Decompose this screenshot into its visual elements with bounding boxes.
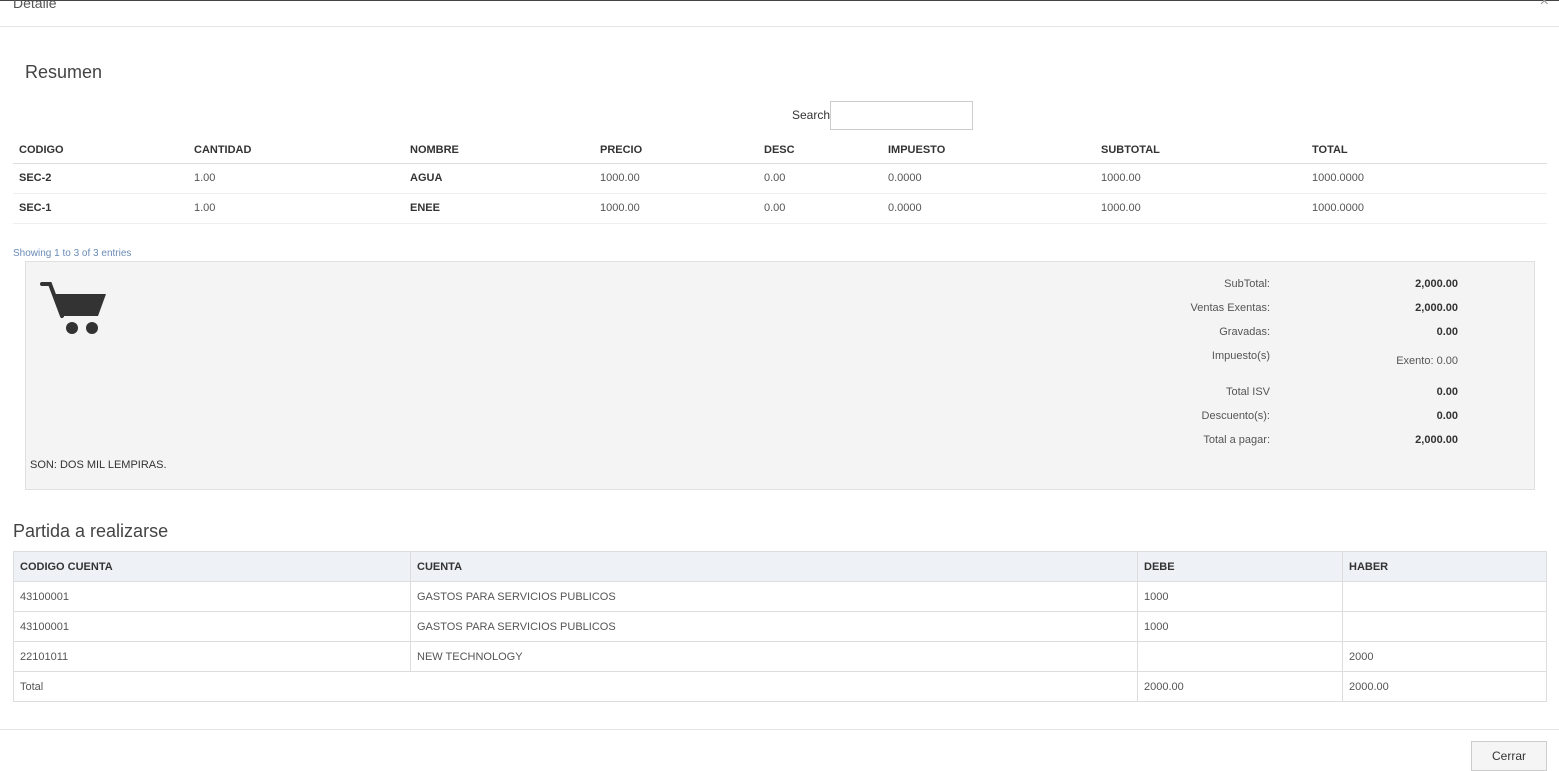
amount-in-words: SON: DOS MIL LEMPIRAS. [30, 459, 167, 471]
impuesto-label: Impuesto(s) [1211, 350, 1270, 362]
cell-impuesto: 0.0000 [882, 193, 1095, 224]
column-header-codigo[interactable]: CODIGO [13, 137, 188, 164]
total-row: Total 2000.00 2000.00 [13, 671, 1547, 702]
ventas-exentas-value: 2,000.00 [1415, 302, 1458, 314]
cell-haber [1342, 611, 1547, 642]
search-label: Search: [792, 108, 834, 122]
total-isv-value: 0.00 [1436, 386, 1458, 398]
modal-header: Detalle × [0, 0, 1559, 27]
descuento-row: Descuento(s): 0.00 [1126, 410, 1458, 430]
ventas-exentas-label: Ventas Exentas: [1190, 302, 1271, 314]
gravadas-value: 0.00 [1436, 326, 1458, 338]
modal-title: Detalle [13, 0, 57, 11]
column-header-subtotal[interactable]: SUBTOTAL [1095, 137, 1306, 164]
cell-haber [1342, 581, 1547, 612]
cell-impuesto: 0.0000 [882, 163, 1095, 194]
column-header-debe: DEBE [1137, 551, 1343, 582]
cell-debe [1137, 641, 1343, 672]
cell-precio: 1000.00 [594, 193, 758, 224]
cell-cuenta: NEW TECHNOLOGY [410, 641, 1138, 672]
cell-cuenta: GASTOS PARA SERVICIOS PUBLICOS [410, 581, 1138, 612]
total-a-pagar-row: Total a pagar: 2,000.00 [1126, 434, 1458, 454]
modal-footer-divider [0, 729, 1559, 730]
table-row: 43100001 GASTOS PARA SERVICIOS PUBLICOS … [13, 611, 1547, 642]
total-isv-row: Total ISV 0.00 [1126, 386, 1458, 406]
cell-haber: 2000 [1342, 641, 1547, 672]
subtotal-label: SubTotal: [1224, 278, 1270, 290]
cell-nombre: AGUA [404, 163, 594, 194]
gravadas-row: Gravadas: 0.00 [1126, 326, 1458, 346]
table-row: 43100001 GASTOS PARA SERVICIOS PUBLICOS … [13, 581, 1547, 612]
cell-cuenta: GASTOS PARA SERVICIOS PUBLICOS [410, 611, 1138, 642]
column-header-desc[interactable]: DESC [758, 137, 882, 164]
impuesto-value: Exento: 0.00 [1396, 355, 1458, 367]
search-input[interactable] [830, 101, 973, 130]
cell-desc: 0.00 [758, 163, 882, 194]
cell-desc: 0.00 [758, 193, 882, 224]
impuesto-row: Impuesto(s) Exento: 0.00 [1126, 350, 1458, 380]
total-isv-label: Total ISV [1225, 386, 1270, 398]
table-row: SEC-1 1.00 ENEE 1000.00 0.00 0.0000 1000… [13, 193, 1547, 224]
close-icon[interactable]: × [1540, 0, 1549, 11]
cell-subtotal: 1000.00 [1095, 193, 1306, 224]
cell-total-label: Total [13, 671, 1138, 702]
cell-cantidad: 1.00 [188, 193, 404, 224]
descuento-label: Descuento(s): [1201, 410, 1270, 422]
column-header-cantidad[interactable]: CANTIDAD [188, 137, 404, 164]
cell-total: 1000.0000 [1306, 163, 1547, 194]
cell-total-haber: 2000.00 [1342, 671, 1547, 702]
table-row: SEC-2 1.00 AGUA 1000.00 0.00 0.0000 1000… [13, 163, 1547, 194]
ventas-exentas-row: Ventas Exentas: 2,000.00 [1126, 302, 1459, 322]
partida-table: CODIGO CUENTA CUENTA DEBE HABER 43100001… [13, 551, 1547, 702]
column-header-nombre[interactable]: NOMBRE [404, 137, 594, 164]
cell-total-debe: 2000.00 [1137, 671, 1343, 702]
partida-title: Partida a realizarse [13, 521, 169, 541]
cell-codigo: SEC-2 [13, 163, 188, 194]
cell-codigo-cuenta: 43100001 [13, 611, 411, 642]
partida-header-row: CODIGO CUENTA CUENTA DEBE HABER [13, 551, 1547, 582]
cell-total: 1000.0000 [1306, 193, 1547, 224]
summary-table: CODIGO CANTIDAD NOMBRE PRECIO DESC IMPUE… [13, 137, 1547, 224]
column-header-precio[interactable]: PRECIO [594, 137, 758, 164]
column-header-codigo-cuenta: CODIGO CUENTA [13, 551, 411, 582]
descuento-value: 0.00 [1436, 410, 1458, 422]
subtotal-row: SubTotal: 2,000.00 [1126, 278, 1458, 298]
column-header-cuenta: CUENTA [410, 551, 1138, 582]
column-header-haber: HABER [1342, 551, 1547, 582]
subtotal-value: 2,000.00 [1415, 278, 1458, 290]
cell-debe: 1000 [1137, 611, 1343, 642]
cell-codigo-cuenta: 22101011 [13, 641, 411, 672]
total-a-pagar-label: Total a pagar: [1203, 434, 1270, 446]
gravadas-label: Gravadas: [1219, 326, 1270, 338]
cell-codigo: SEC-1 [13, 193, 188, 224]
close-button[interactable]: Cerrar [1471, 741, 1547, 771]
cell-nombre: ENEE [404, 193, 594, 224]
column-header-total[interactable]: TOTAL [1306, 137, 1547, 164]
cell-debe: 1000 [1137, 581, 1343, 612]
cell-cantidad: 1.00 [188, 163, 404, 194]
cell-precio: 1000.00 [594, 163, 758, 194]
summary-header-row: CODIGO CANTIDAD NOMBRE PRECIO DESC IMPUE… [13, 137, 1547, 164]
column-header-impuesto[interactable]: IMPUESTO [882, 137, 1095, 164]
resumen-title: Resumen [25, 62, 103, 82]
shopping-cart-icon [40, 282, 106, 334]
table-row: 22101011 NEW TECHNOLOGY 2000 [13, 641, 1547, 672]
cell-codigo-cuenta: 43100001 [13, 581, 411, 612]
table-info: Showing 1 to 3 of 3 entries [13, 248, 132, 259]
cell-subtotal: 1000.00 [1095, 163, 1306, 194]
total-a-pagar-value: 2,000.00 [1415, 434, 1458, 446]
totals-panel: SubTotal: 2,000.00 Ventas Exentas: 2,000… [25, 261, 1535, 490]
